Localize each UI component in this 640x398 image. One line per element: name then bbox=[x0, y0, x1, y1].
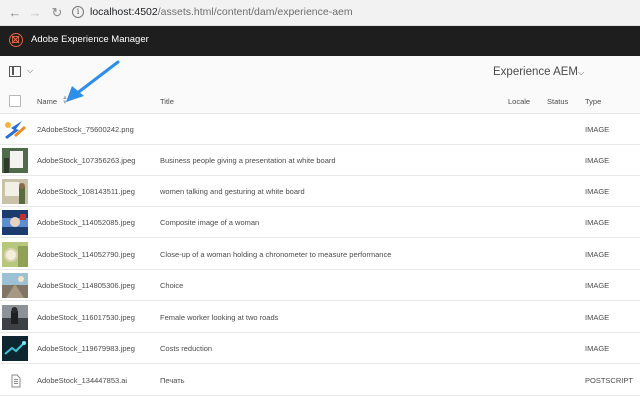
asset-thumbnail bbox=[2, 210, 28, 235]
asset-title: Costs reduction bbox=[160, 344, 213, 353]
column-header-locale[interactable]: Locale bbox=[508, 97, 530, 106]
reload-icon[interactable]: ↻ bbox=[48, 4, 66, 22]
asset-title: Business people giving a presentation at… bbox=[160, 156, 336, 165]
table-row[interactable]: AdobeStock_116017530.jpeg Female worker … bbox=[0, 302, 640, 333]
asset-thumbnail bbox=[2, 305, 28, 330]
asset-type: POSTSCRIPT bbox=[585, 376, 633, 385]
asset-type: IMAGE bbox=[585, 156, 610, 165]
asset-name[interactable]: AdobeStock_114052790.jpeg bbox=[37, 250, 135, 259]
rail-toggle-icon[interactable] bbox=[9, 66, 21, 77]
asset-thumbnail bbox=[2, 148, 28, 173]
table-row[interactable]: AdobeStock_107356263.jpeg Business peopl… bbox=[0, 145, 640, 176]
asset-name[interactable]: AdobeStock_108143511.jpeg bbox=[37, 187, 135, 196]
column-header-title[interactable]: Title bbox=[160, 97, 174, 106]
url-path: /assets.html/content/dam/experience-aem bbox=[157, 6, 353, 18]
table-row[interactable]: AdobeStock_114052790.jpeg Close-up of a … bbox=[0, 239, 640, 270]
column-header-status[interactable]: Status bbox=[547, 97, 568, 106]
folder-title[interactable]: Experience AEM bbox=[493, 66, 578, 78]
table-row[interactable]: AdobeStock_108143511.jpeg women talking … bbox=[0, 176, 640, 207]
table-row[interactable]: AdobeStock_119679983.jpeg Costs reductio… bbox=[0, 333, 640, 364]
aem-logo-icon[interactable] bbox=[9, 33, 23, 47]
table-row[interactable]: 2AdobeStock_75600242.png IMAGE bbox=[0, 114, 640, 145]
table-row[interactable]: AdobeStock_114805306.jpeg Choice IMAGE bbox=[0, 270, 640, 301]
app-title[interactable]: Adobe Experience Manager bbox=[31, 34, 149, 45]
asset-type: IMAGE bbox=[585, 281, 610, 290]
back-arrow-icon[interactable]: ← bbox=[6, 4, 24, 22]
asset-name[interactable]: AdobeStock_116017530.jpeg bbox=[37, 313, 135, 322]
asset-name[interactable]: AdobeStock_119679983.jpeg bbox=[37, 344, 135, 353]
column-header-name[interactable]: Name bbox=[37, 97, 57, 106]
forward-arrow-icon[interactable]: → bbox=[26, 4, 44, 22]
asset-title: Composite image of a woman bbox=[160, 218, 260, 227]
address-bar[interactable]: localhost:4502/assets.html/content/dam/e… bbox=[90, 6, 353, 18]
asset-name[interactable]: AdobeStock_107356263.jpeg bbox=[37, 156, 135, 165]
document-icon bbox=[11, 374, 21, 388]
select-all-checkbox[interactable] bbox=[9, 95, 21, 107]
url-host: localhost:4502 bbox=[90, 6, 158, 18]
chevron-down-icon[interactable]: ⌵ bbox=[27, 66, 33, 76]
asset-name[interactable]: AdobeStock_134447853.ai bbox=[37, 376, 127, 385]
asset-type: IMAGE bbox=[585, 313, 610, 322]
asset-thumbnail bbox=[2, 179, 28, 204]
asset-thumbnail bbox=[2, 273, 28, 298]
site-info-icon[interactable]: i bbox=[72, 6, 84, 18]
asset-name[interactable]: AdobeStock_114805306.jpeg bbox=[37, 281, 135, 290]
asset-thumbnail bbox=[2, 336, 28, 361]
asset-thumbnail bbox=[2, 242, 28, 267]
asset-thumbnail bbox=[2, 368, 28, 393]
asset-title: Choice bbox=[160, 281, 184, 290]
asset-title: Close-up of a woman holding a chronomete… bbox=[160, 250, 392, 259]
asset-name[interactable]: AdobeStock_114052085.jpeg bbox=[37, 218, 135, 227]
asset-type: IMAGE bbox=[585, 218, 610, 227]
asset-name[interactable]: 2AdobeStock_75600242.png bbox=[37, 125, 134, 134]
asset-thumbnail bbox=[2, 117, 28, 142]
asset-title: Female worker looking at two roads bbox=[160, 313, 279, 322]
asset-type: IMAGE bbox=[585, 250, 610, 259]
annotation-arrow-icon bbox=[66, 60, 120, 102]
chevron-down-icon[interactable]: ⌵ bbox=[578, 68, 584, 78]
column-header-type[interactable]: Type bbox=[585, 97, 601, 106]
asset-title: women talking and gesturing at white boa… bbox=[160, 187, 305, 196]
asset-type: IMAGE bbox=[585, 344, 610, 353]
asset-title: Печать bbox=[160, 376, 185, 385]
table-row[interactable]: AdobeStock_114052085.jpeg Composite imag… bbox=[0, 207, 640, 238]
asset-type: IMAGE bbox=[585, 125, 610, 134]
table-row[interactable]: AdobeStock_134447853.ai Печать POSTSCRIP… bbox=[0, 365, 640, 396]
asset-type: IMAGE bbox=[585, 187, 610, 196]
